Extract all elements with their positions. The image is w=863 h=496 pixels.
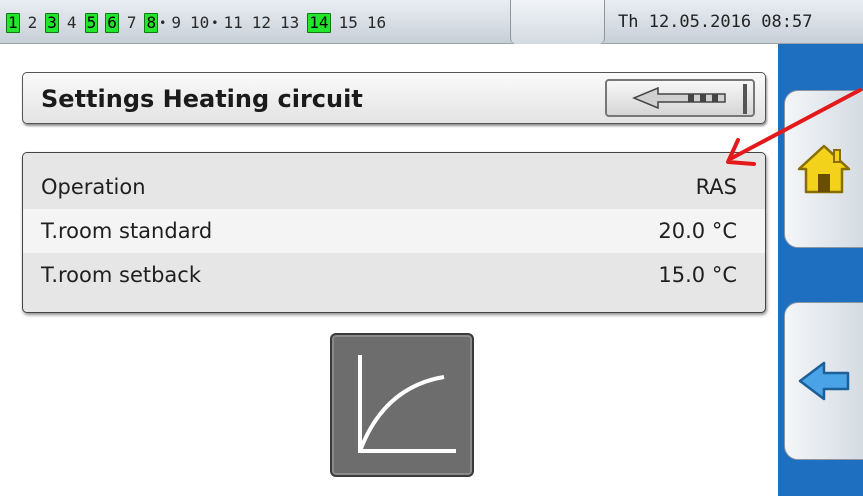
red-arrow-annotation <box>726 88 862 166</box>
output-indicator: 12 <box>251 13 272 32</box>
nav-back-button[interactable] <box>784 302 863 460</box>
output-indicator: 7 <box>126 13 137 32</box>
output-indicator: 1 <box>6 13 20 33</box>
setting-label: T.room setback <box>41 263 202 287</box>
output-indicator: 11 <box>223 13 243 32</box>
settings-panel: Operation RAS T.room standard 20.0 °C T.… <box>22 152 766 313</box>
heating-curve-icon <box>358 355 456 453</box>
setting-row-room-setback[interactable]: T.room setback 15.0 °C <box>23 253 765 297</box>
output-indicator: 5 <box>84 13 99 33</box>
back-arrow-icon <box>798 361 850 401</box>
page-header: Settings Heating circuit <box>22 72 766 124</box>
output-dot-marker <box>211 14 218 33</box>
page-title: Settings Heating circuit <box>41 85 363 113</box>
date-time-display: Th 12.05.2016 08:57 <box>618 12 813 32</box>
output-indicator: 3 <box>45 13 59 33</box>
output-indicator: 4 <box>66 13 77 32</box>
heating-curve-button[interactable] <box>330 333 474 477</box>
setting-row-room-standard[interactable]: T.room standard 20.0 °C <box>23 209 765 253</box>
output-indicator: 10 <box>190 13 210 32</box>
output-indicator: 15 <box>338 13 358 32</box>
output-status-list: 1 2 3 4 5 6 7 8 9 10 11 12 13 14 15 16 <box>6 8 394 38</box>
setting-label: Operation <box>41 175 146 199</box>
setting-row-operation[interactable]: Operation RAS <box>23 165 765 209</box>
output-indicator: 2 <box>27 13 38 32</box>
output-indicator: 6 <box>105 13 119 33</box>
setting-value: 15.0 °C <box>658 263 737 287</box>
output-dot-marker <box>159 14 166 33</box>
status-tab[interactable] <box>510 0 605 44</box>
output-indicator: 9 <box>171 13 181 32</box>
setting-value: 20.0 °C <box>658 219 737 243</box>
output-indicator: 14 <box>307 13 331 33</box>
output-indicator: 16 <box>366 13 387 32</box>
output-indicator: 8 <box>144 13 159 33</box>
output-indicator: 13 <box>280 13 300 32</box>
setting-label: T.room standard <box>41 219 213 243</box>
status-bar: 1 2 3 4 5 6 7 8 9 10 11 12 13 14 15 16 T… <box>0 0 863 44</box>
